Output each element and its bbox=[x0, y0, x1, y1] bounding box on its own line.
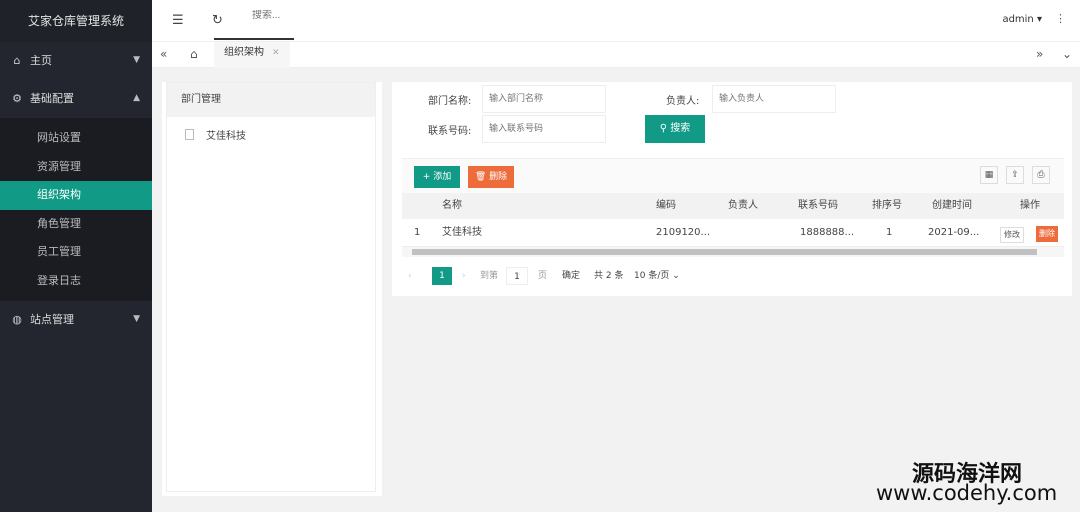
goto-label: 到第 bbox=[480, 271, 499, 281]
phone-input[interactable] bbox=[482, 115, 606, 143]
columns-icon[interactable]: ▦ bbox=[980, 166, 998, 184]
cell-name: 艾佳科技 bbox=[442, 227, 482, 238]
cell-phone: 1888888... bbox=[800, 227, 855, 238]
home-icon: ⌂ bbox=[13, 54, 21, 67]
cell-created: 2021-09... bbox=[928, 227, 980, 238]
plus-icon: + bbox=[422, 172, 431, 182]
print-icon[interactable]: ⎙ bbox=[1032, 166, 1050, 184]
add-button-label: 添加 bbox=[433, 172, 452, 182]
manager-label: 负责人: bbox=[666, 96, 700, 107]
sidebar-subitem-website-settings[interactable]: 网站设置 bbox=[0, 124, 152, 153]
search-input[interactable] bbox=[252, 10, 292, 21]
file-icon bbox=[185, 129, 194, 140]
chevron-down-icon: ⌄ bbox=[672, 271, 680, 281]
column-header: 负责人 bbox=[728, 200, 758, 211]
watermark-url: www.codehy.com bbox=[876, 481, 1058, 505]
search-icon: ⚲ bbox=[659, 123, 668, 134]
tree-node-label: 艾佳科技 bbox=[206, 131, 246, 142]
chevron-up-icon: ▲ bbox=[133, 93, 140, 103]
sidebar-item-label: 主页 bbox=[30, 54, 52, 67]
refresh-icon[interactable]: ↻ bbox=[212, 13, 223, 28]
total-count: 共 2 条 bbox=[594, 271, 624, 281]
next-page-icon[interactable]: › bbox=[462, 267, 466, 285]
column-header: 创建时间 bbox=[932, 200, 972, 211]
chevron-down-icon: ▼ bbox=[133, 55, 140, 65]
sidebar-item-label: 站点管理 bbox=[30, 313, 74, 326]
main-panel: 部门名称: 负责人: 联系号码: ⚲ 搜索 + 添加 🗑 删除 ▦ ⇪ ⎙ 名称… bbox=[392, 82, 1072, 296]
user-menu[interactable]: admin ▾ bbox=[1002, 14, 1042, 25]
delete-button-label: 删除 bbox=[489, 172, 508, 182]
edit-button[interactable]: 修改 bbox=[1000, 227, 1024, 243]
chevron-down-icon: ▼ bbox=[133, 314, 140, 324]
row-index: 1 bbox=[414, 227, 421, 238]
dept-name-input[interactable] bbox=[482, 85, 606, 113]
close-icon[interactable]: ✕ bbox=[272, 48, 280, 58]
caret-down-icon: ▾ bbox=[1036, 14, 1042, 25]
sidebar-subitem-organization[interactable]: 组织架构 bbox=[0, 181, 152, 210]
add-button[interactable]: + 添加 bbox=[414, 166, 460, 188]
cell-code: 2109120... bbox=[656, 227, 711, 238]
sidebar-subitem-login-log[interactable]: 登录日志 bbox=[0, 267, 152, 296]
sidebar-item-site-management[interactable]: ◍ 站点管理 ▼ bbox=[0, 301, 152, 339]
search-button[interactable]: ⚲ 搜索 bbox=[645, 115, 705, 143]
cell-sort: 1 bbox=[886, 227, 893, 238]
table-toolbar: + 添加 🗑 删除 ▦ ⇪ ⎙ bbox=[402, 159, 1064, 193]
column-header: 操作 bbox=[1020, 200, 1040, 211]
dept-name-label: 部门名称: bbox=[428, 96, 472, 107]
search-button-label: 搜索 bbox=[670, 123, 691, 134]
tab-label: 组织架构 bbox=[224, 47, 264, 58]
home-tab-icon[interactable]: ⌂ bbox=[190, 47, 198, 61]
table-header: 名称 编码 负责人 联系号码 排序号 创建时间 操作 bbox=[402, 193, 1064, 219]
sidebar-subitem-roles[interactable]: 角色管理 bbox=[0, 210, 152, 239]
confirm-button[interactable]: 确定 bbox=[562, 267, 580, 285]
more-icon[interactable]: ⋮ bbox=[1055, 12, 1066, 25]
page-current[interactable]: 1 bbox=[432, 267, 452, 285]
pagination: ‹ 1 › 到第 1 页 确定 共 2 条 10 条/页 ⌄ bbox=[402, 264, 1064, 288]
column-header: 编码 bbox=[656, 200, 676, 211]
sidebar-item-home[interactable]: ⌂ 主页 ▼ bbox=[0, 42, 152, 80]
scroll-thumb[interactable] bbox=[412, 249, 1037, 255]
export-icon[interactable]: ⇪ bbox=[1006, 166, 1024, 184]
trash-icon: 🗑 bbox=[474, 172, 487, 182]
sidebar-item-label: 基础配置 bbox=[30, 92, 74, 105]
chevron-down-icon[interactable]: ⌄ bbox=[1062, 47, 1072, 61]
sidebar-subitem-employees[interactable]: 员工管理 bbox=[0, 238, 152, 267]
goto-input[interactable]: 1 bbox=[506, 267, 528, 285]
sidebar-item-basic-config[interactable]: ⚙ 基础配置 ▲ bbox=[0, 80, 152, 118]
page-size-select[interactable]: 10 条/页 ⌄ bbox=[634, 267, 680, 285]
row-delete-button[interactable]: 删除 bbox=[1036, 226, 1058, 242]
delete-button[interactable]: 🗑 删除 bbox=[468, 166, 514, 188]
table-row[interactable]: 1 艾佳科技 2109120... 1888888... 1 2021-09..… bbox=[402, 219, 1064, 247]
app-title: 艾家仓库管理系统 bbox=[0, 0, 152, 42]
page-unit: 页 bbox=[538, 271, 548, 281]
search-underline bbox=[214, 38, 294, 40]
tree-node[interactable]: 艾佳科技 bbox=[185, 127, 375, 142]
gear-icon: ⚙ bbox=[12, 92, 22, 105]
column-header: 名称 bbox=[442, 200, 462, 211]
site-icon: ◍ bbox=[12, 313, 22, 326]
tab-organization[interactable]: 组织架构 ✕ bbox=[214, 42, 290, 68]
column-header: 联系号码 bbox=[798, 200, 838, 211]
sidebar-subitem-resources[interactable]: 资源管理 bbox=[0, 153, 152, 182]
prev-page-icon[interactable]: ‹ bbox=[408, 267, 412, 285]
tabs-left-icon[interactable]: « bbox=[160, 47, 167, 61]
tabs-right-icon[interactable]: » bbox=[1036, 47, 1043, 61]
horizontal-scrollbar[interactable] bbox=[402, 247, 1064, 257]
phone-label: 联系号码: bbox=[428, 126, 472, 137]
sidebar-submenu: 网站设置 资源管理 组织架构 角色管理 员工管理 登录日志 bbox=[0, 118, 152, 301]
page-size-value: 10 条/页 bbox=[634, 271, 670, 281]
tab-bar: « ⌂ 组织架构 ✕ » ⌄ bbox=[152, 42, 1080, 68]
manager-input[interactable] bbox=[712, 85, 836, 113]
tree-header: 部门管理 bbox=[167, 83, 375, 117]
column-header: 排序号 bbox=[872, 200, 902, 211]
user-name: admin bbox=[1002, 14, 1034, 25]
menu-toggle-icon[interactable]: ☰ bbox=[172, 13, 184, 28]
tree-container: 部门管理 艾佳科技 bbox=[166, 82, 376, 492]
sidebar: 艾家仓库管理系统 ⌂ 主页 ▼ ⚙ 基础配置 ▲ 网站设置 资源管理 组织架构 … bbox=[0, 0, 152, 512]
department-tree-panel: 部门管理 艾佳科技 bbox=[162, 82, 382, 496]
top-header: ☰ ↻ admin ▾ ⋮ bbox=[152, 0, 1080, 42]
